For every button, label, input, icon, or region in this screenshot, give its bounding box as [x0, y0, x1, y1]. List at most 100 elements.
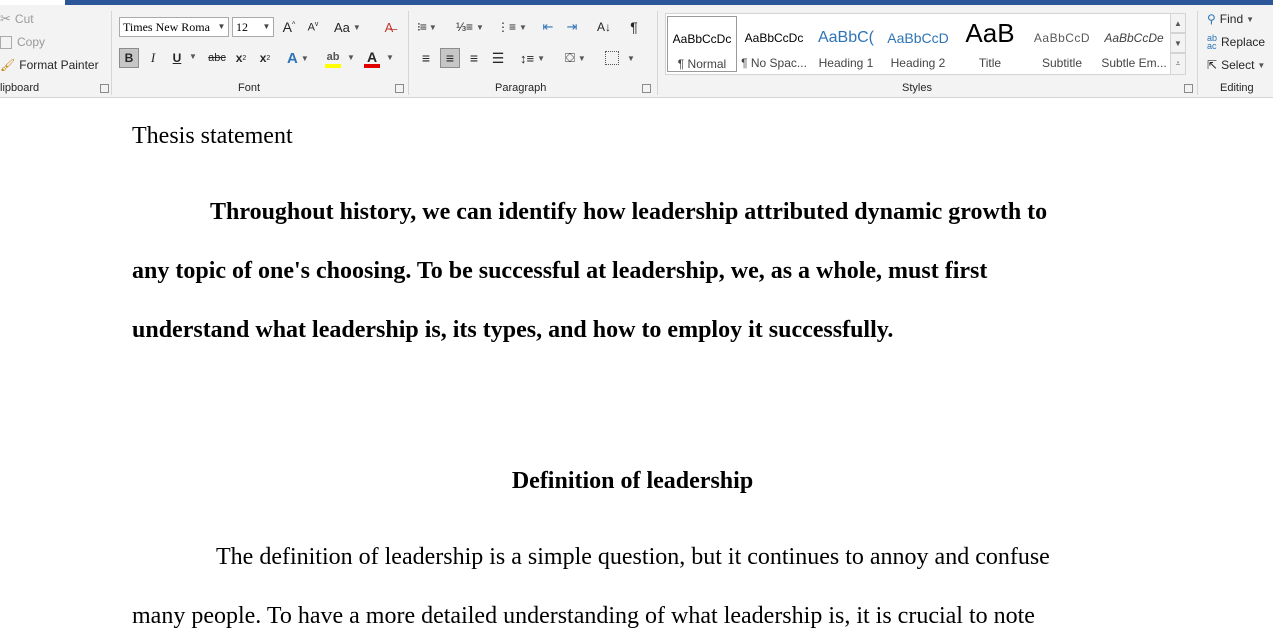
decrease-indent-button[interactable]: ⇤ [539, 17, 557, 37]
cut-button[interactable]: ✂ Cut [0, 11, 34, 27]
text-effects-button[interactable]: A ▼ [287, 48, 309, 68]
align-right-icon: ≡ [469, 50, 479, 66]
justify-icon: ☰ [491, 49, 505, 66]
replace-button[interactable]: ab ac Replace [1207, 33, 1265, 51]
clear-formatting-icon: A̶ [384, 19, 394, 35]
chevron-down-icon: ▼ [428, 22, 437, 32]
style-normal[interactable]: AaBbCcDc ¶ Normal [667, 16, 737, 72]
borders-icon [605, 51, 619, 65]
styles-scroll-down-icon[interactable]: ▼ [1170, 33, 1186, 53]
show-formatting-marks-button[interactable]: ¶ [625, 17, 643, 37]
highlight-color-button[interactable]: ab [325, 48, 341, 70]
chevron-down-icon[interactable]: ▼ [386, 53, 394, 62]
format-painter-button[interactable]: 🖌 Format Painter [0, 57, 99, 73]
superscript-button[interactable]: x2 [256, 48, 274, 68]
strikethrough-button[interactable]: abc [205, 48, 229, 68]
chevron-down-icon[interactable]: ▼ [260, 18, 273, 36]
highlight-color-swatch [325, 63, 341, 68]
sort-button[interactable]: A↓ [595, 17, 613, 37]
align-left-icon: ≡ [421, 50, 431, 66]
line-spacing-icon: ↕≡ [520, 50, 535, 66]
clipboard-dialog-launcher-icon[interactable] [100, 84, 109, 93]
thesis-heading: Thesis statement [132, 123, 293, 149]
body-line: many people. To have a more detailed und… [132, 603, 1035, 629]
font-name-combobox[interactable]: Times New Roma ▼ [119, 17, 229, 37]
style-subtle-emphasis[interactable]: AaBbCcDe Subtle Em... [1099, 16, 1169, 72]
chevron-down-icon: ▼ [300, 53, 309, 63]
line-spacing-button[interactable]: ↕≡ ▼ [520, 48, 545, 68]
styles-dialog-launcher-icon[interactable] [1184, 84, 1193, 93]
increase-indent-button[interactable]: ⇥ [563, 17, 581, 37]
highlighter-icon: ab [326, 50, 340, 63]
shrink-font-button[interactable]: Av [305, 19, 321, 35]
scissors-icon: ✂ [0, 11, 11, 26]
font-name-value: Times New Roma [123, 20, 210, 34]
font-color-swatch [364, 64, 380, 68]
divider [408, 11, 409, 95]
thesis-line: understand what leadership is, its types… [132, 317, 894, 343]
divider [1197, 11, 1198, 95]
copy-button[interactable]: Copy [0, 34, 45, 50]
font-size-value: 12 [236, 20, 248, 34]
clipboard-group-label: lipboard [0, 82, 40, 94]
cursor-arrow-icon: ⇱ [1207, 58, 1218, 72]
shrink-font-icon: Av [307, 20, 319, 34]
text-effects-icon: A [287, 49, 298, 67]
styles-scroll-up-icon[interactable]: ▲ [1170, 13, 1186, 33]
paint-bucket-icon: ⛋ [565, 50, 575, 65]
styles-group-label: Styles [902, 82, 932, 94]
bold-button[interactable]: B [119, 48, 139, 68]
paragraph-dialog-launcher-icon[interactable] [642, 84, 651, 93]
font-size-combobox[interactable]: 12 ▼ [232, 17, 274, 37]
sort-icon: A↓ [596, 20, 611, 34]
italic-button[interactable]: I [145, 48, 161, 68]
align-left-button[interactable]: ≡ [417, 48, 435, 68]
pilcrow-icon: ¶ [630, 19, 638, 35]
style-heading-2[interactable]: AaBbCcD Heading 2 [883, 16, 953, 72]
numbering-button[interactable]: ⅓≡ ▼ [456, 17, 484, 37]
thesis-line: Throughout history, we can identify how … [210, 199, 1048, 225]
editing-group-label: Editing [1220, 82, 1254, 94]
chevron-down-icon: ▼ [519, 22, 527, 32]
align-center-icon: ≡ [445, 50, 455, 66]
decrease-indent-icon: ⇤ [542, 19, 554, 34]
subscript-button[interactable]: x2 [232, 48, 250, 68]
styles-more-icon[interactable]: ⩡ [1170, 53, 1186, 75]
clear-formatting-button[interactable]: A̶ [380, 18, 398, 36]
font-dialog-launcher-icon[interactable] [395, 84, 404, 93]
style-no-spacing[interactable]: AaBbCcDc ¶ No Spac... [739, 16, 809, 72]
grow-font-button[interactable]: A^ [281, 19, 297, 35]
copy-icon [0, 35, 12, 49]
style-subtitle[interactable]: AaBbCcD Subtitle [1027, 16, 1097, 72]
chevron-down-icon: ▼ [577, 53, 586, 63]
chevron-down-icon: ▼ [1246, 14, 1255, 24]
multilevel-list-icon: ⋮≡ [497, 20, 517, 34]
select-button[interactable]: ⇱ Select ▼ [1207, 57, 1265, 73]
chevron-down-icon: ▼ [352, 22, 361, 32]
center-button[interactable]: ≡ [440, 48, 460, 68]
bullets-button[interactable]: ⁝≡ ▼ [417, 17, 437, 37]
font-color-icon: A [366, 49, 378, 65]
underline-button[interactable]: U [168, 48, 186, 68]
change-case-button[interactable]: Aa ▼ [334, 19, 361, 35]
chevron-down-icon: ▼ [476, 22, 484, 32]
find-button[interactable]: ⚲ Find ▼ [1207, 11, 1254, 27]
align-right-button[interactable]: ≡ [465, 48, 483, 68]
font-group-label: Font [238, 82, 261, 94]
document-page[interactable]: Thesis statement Throughout history, we … [0, 98, 1273, 632]
multilevel-list-button[interactable]: ⋮≡ ▼ [497, 17, 527, 37]
grow-font-icon: A^ [282, 19, 296, 35]
justify-button[interactable]: ☰ [489, 48, 507, 68]
definition-heading: Definition of leadership [511, 468, 754, 494]
shading-button[interactable]: ⛋ ▼ [565, 48, 586, 68]
style-heading-1[interactable]: AaBbC( Heading 1 [811, 16, 881, 72]
borders-button[interactable]: ▼ [605, 48, 635, 68]
chevron-down-icon[interactable]: ▼ [189, 52, 197, 61]
chevron-down-icon[interactable]: ▼ [215, 18, 228, 36]
increase-indent-icon: ⇥ [566, 19, 578, 34]
font-color-button[interactable]: A [364, 48, 380, 70]
style-title[interactable]: AaB Title [955, 16, 1025, 72]
divider [111, 11, 112, 95]
replace-icon: ab ac [1207, 33, 1218, 51]
chevron-down-icon[interactable]: ▼ [347, 53, 355, 62]
